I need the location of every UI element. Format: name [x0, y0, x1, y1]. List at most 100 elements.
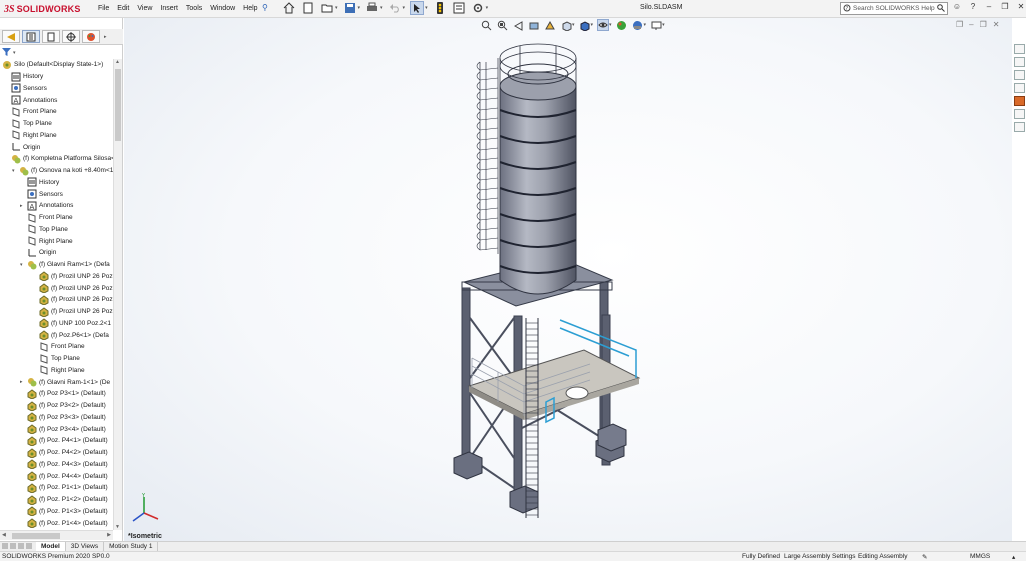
close-icon[interactable]: ✕ — [1016, 2, 1026, 11]
display-style-icon[interactable] — [579, 19, 591, 31]
unit-system[interactable]: MMGS — [970, 553, 990, 560]
next-tab-icon[interactable] — [18, 543, 24, 549]
restore-icon[interactable]: ❐ — [1000, 2, 1010, 11]
apply-scene-dropdown-icon[interactable]: ▾ — [644, 22, 647, 28]
search-help-input[interactable]: ? Search SOLIDWORKS Help — [840, 2, 948, 15]
tree-item[interactable]: Right Plane — [32, 365, 85, 376]
menu-file[interactable]: File — [94, 3, 113, 14]
graphics-close-icon[interactable]: ✕ — [993, 20, 1000, 29]
view-palette-icon[interactable] — [1013, 83, 1025, 93]
tree-item[interactable]: (f) Prozil UNP 26 Poz — [32, 283, 113, 294]
select-cursor-icon[interactable] — [410, 1, 425, 15]
file-explorer-icon[interactable] — [1013, 70, 1025, 80]
edit-appearance-icon[interactable] — [616, 19, 628, 31]
options-dropdown-icon[interactable]: ▾ — [486, 5, 489, 11]
rebuild-status-icon[interactable]: ✎ — [922, 553, 927, 561]
tree-item[interactable]: Front Plane — [32, 341, 85, 352]
tree-item[interactable]: Origin — [20, 247, 56, 258]
tree-item[interactable]: Right Plane — [20, 236, 73, 247]
zoom-area-icon[interactable] — [496, 19, 508, 31]
tree-item[interactable]: History — [4, 71, 43, 82]
scroll-up-icon[interactable]: ▲ — [115, 59, 120, 65]
filter-dropdown-icon[interactable]: ▾ — [13, 50, 16, 56]
custom-properties-icon[interactable] — [1013, 109, 1025, 119]
tree-item[interactable]: Front Plane — [20, 212, 73, 223]
expand-icon[interactable]: ▸ — [20, 203, 26, 209]
view-orientation-dropdown-icon[interactable]: ▾ — [572, 22, 575, 28]
select-dropdown-icon[interactable]: ▾ — [425, 5, 428, 11]
pin-icon[interactable]: ⚲ — [262, 3, 272, 14]
tree-item[interactable]: (f) Poz. P4<3> (Default) — [20, 459, 108, 470]
minimize-icon[interactable]: – — [984, 2, 994, 11]
help-icon[interactable]: ? — [968, 2, 978, 11]
tree-item[interactable]: (f) Poz P3<2> (Default) — [20, 400, 106, 412]
tree-item[interactable]: Right Plane — [4, 130, 57, 141]
user-icon[interactable]: ☺ — [952, 2, 962, 11]
view-orientation-icon[interactable] — [560, 19, 572, 31]
display-manager-tab-icon[interactable] — [2, 30, 20, 43]
apply-scene-icon[interactable] — [632, 19, 644, 31]
silo-3d-model[interactable] — [124, 18, 1012, 541]
expand-icon[interactable]: ▸ — [20, 379, 26, 385]
traffic-light-icon[interactable] — [433, 1, 447, 15]
tree-item[interactable]: Front Plane — [4, 106, 57, 117]
display-style-dropdown-icon[interactable]: ▾ — [591, 22, 594, 28]
appearance-tab-icon[interactable] — [82, 30, 100, 43]
home-icon[interactable] — [282, 1, 296, 15]
scroll-left-icon[interactable]: ◀ — [2, 532, 6, 538]
tree-item[interactable]: Sensors — [4, 83, 47, 94]
menu-window[interactable]: Window — [206, 3, 239, 14]
tree-item[interactable]: ▸ (f) Glavni Ram-1<1> (De — [20, 377, 110, 388]
section-view-icon[interactable] — [528, 19, 540, 31]
tree-item[interactable]: Origin — [4, 142, 40, 153]
tree-item[interactable]: (f) Poz. P4<2> (Default) — [20, 447, 108, 459]
new-document-icon[interactable] — [301, 1, 315, 15]
tree-item[interactable]: Top Plane — [4, 118, 52, 129]
graphics-restore-icon[interactable]: ❐ — [980, 20, 987, 29]
collapse-icon[interactable]: ▾ — [20, 262, 26, 268]
unit-dropdown-icon[interactable]: ▴ — [1012, 553, 1015, 561]
menu-view[interactable]: View — [133, 3, 156, 14]
view-settings-dropdown-icon[interactable]: ▾ — [662, 22, 665, 28]
tree-item[interactable]: ▾ (f) Glavni Ram<1> (Defa — [20, 259, 110, 270]
options-gear-icon[interactable] — [471, 1, 485, 15]
hide-show-dropdown-icon[interactable]: ▾ — [609, 22, 612, 28]
property-manager-tab-icon[interactable] — [42, 30, 60, 43]
tree-item[interactable]: ▾ (f) Osnova na koti +8.40m<1 — [12, 165, 113, 176]
tab-model[interactable]: Model — [36, 542, 66, 551]
tree-root[interactable]: Silo (Default<Display State-1>) — [2, 59, 103, 70]
file-properties-icon[interactable] — [452, 1, 466, 15]
graphics-minimize-icon[interactable]: – — [969, 20, 973, 29]
solidworks-forum-icon[interactable] — [1013, 122, 1025, 132]
status-settings[interactable]: Large Assembly Settings — [784, 553, 856, 560]
tree-item[interactable]: A Annotations — [4, 95, 57, 106]
tree-item[interactable]: Top Plane — [20, 224, 68, 235]
configuration-manager-tab-icon[interactable] — [62, 30, 80, 43]
undo-dropdown-icon[interactable]: ▾ — [403, 5, 406, 11]
tree-horizontal-scrollbar[interactable]: ◀ ▶ — [0, 530, 113, 540]
tree-item[interactable]: (f) UNP 100 Poz.2<1 — [32, 318, 111, 329]
tab-motion-study[interactable]: Motion Study 1 — [104, 542, 159, 551]
tree-item[interactable]: (f) Poz. P1<4> (Default) — [20, 518, 108, 529]
horizontal-scroll-thumb[interactable] — [12, 533, 60, 539]
tree-item[interactable]: (f) Poz. P1<1> (Default) — [20, 482, 108, 494]
menu-edit[interactable]: Edit — [113, 3, 133, 14]
menu-help[interactable]: Help — [239, 3, 261, 14]
save-dropdown-icon[interactable]: ▾ — [358, 5, 361, 11]
tab-3d-views[interactable]: 3D Views — [66, 542, 105, 551]
prev-tab-icon[interactable] — [10, 543, 16, 549]
scroll-down-icon[interactable]: ▼ — [115, 524, 120, 530]
search-icon[interactable] — [937, 3, 945, 14]
appearances-scenes-icon[interactable] — [1013, 96, 1025, 106]
design-library-icon[interactable] — [1013, 57, 1025, 67]
tree-item[interactable]: (f) Poz. P4<4> (Default) — [20, 471, 108, 482]
undo-icon[interactable] — [388, 1, 402, 15]
tree-item[interactable]: Sensors — [20, 189, 63, 200]
tree-item[interactable]: (f) Poz. P4<1> (Default) — [20, 435, 108, 447]
hide-show-items-icon[interactable] — [597, 19, 610, 31]
tree-item[interactable]: (f) Prozil UNP 26 Poz — [32, 294, 113, 306]
save-icon[interactable] — [343, 1, 357, 15]
dynamic-annotation-icon[interactable] — [544, 19, 556, 31]
feature-manager-tab-icon[interactable] — [22, 30, 40, 43]
menu-insert[interactable]: Insert — [156, 3, 182, 14]
